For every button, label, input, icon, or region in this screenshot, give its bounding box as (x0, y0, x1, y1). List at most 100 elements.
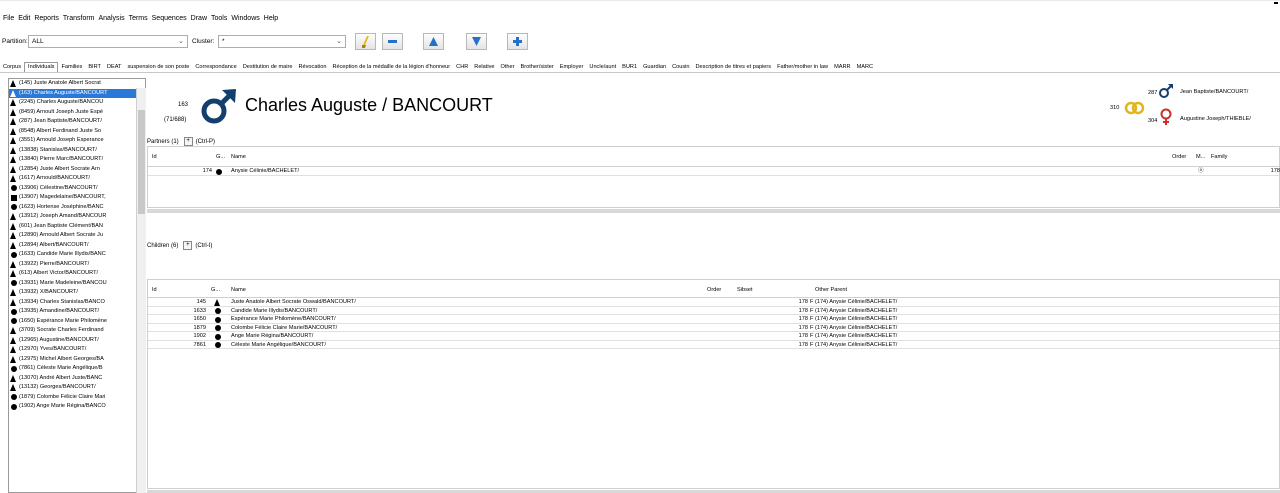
table-row[interactable]: 1879 Colombe Félicie Claire Marie/BANCOUR… (148, 324, 1279, 332)
list-item[interactable]: (163) Charles Auguste/BANCOURT (9, 88, 145, 98)
tab-guardian[interactable]: Guardian (640, 64, 669, 72)
list-item[interactable]: (13838) Stanislas/BANCOURT/ (9, 146, 145, 156)
menu-terms[interactable]: Terms (129, 15, 148, 22)
list-item[interactable]: (2245) Charles Auguste/BANCOU (9, 98, 145, 108)
menu-windows[interactable]: Windows (231, 15, 259, 22)
tab-families[interactable]: Families (58, 64, 85, 72)
move-down-button[interactable] (466, 33, 487, 50)
tab-cousin[interactable]: Cousin (669, 64, 692, 72)
tab-other[interactable]: Other (498, 64, 518, 72)
list-item[interactable]: (8548) Albert Ferdinand Juste So (9, 127, 145, 137)
list-item[interactable]: (12975) Michel Albert Georges/BA (9, 355, 145, 365)
tab-deat[interactable]: DEAT (104, 64, 125, 72)
menu-help[interactable]: Help (264, 15, 278, 22)
list-item[interactable]: (13932) X/BANCOURT/ (9, 288, 145, 298)
tab-corpus[interactable]: Corpus (0, 64, 24, 72)
list-item[interactable]: (12890) Arnould Albert Socrate Ju (9, 231, 145, 241)
list-item[interactable]: (13906) Célestine/BANCOURT/ (9, 184, 145, 194)
menu-tools[interactable]: Tools (211, 15, 227, 22)
add-child-button[interactable]: + (183, 241, 193, 250)
list-item[interactable]: (1633) Candide Marie Illydis/BANC (9, 250, 145, 260)
list-item[interactable]: (1617) Arnould/BANCOURT/ (9, 174, 145, 184)
list-item[interactable]: (13912) Joseph Amand/BANCOUR (9, 212, 145, 222)
list-item[interactable]: (12970) Yves/BANCOURT/ (9, 345, 145, 355)
tab-description-de-titres-et-papiers[interactable]: Description de titres et papiers (693, 64, 775, 72)
list-item[interactable]: (287) Jean Baptiste/BANCOURT/ (9, 117, 145, 127)
column-header-sibset[interactable]: Sibset (737, 287, 753, 293)
menu-file[interactable]: File (3, 15, 14, 22)
tab-employer[interactable]: Employer (557, 64, 587, 72)
tab-destitution-de-maire[interactable]: Destitution de maire (240, 64, 296, 72)
list-item[interactable]: (13132) Georges/BANCOURT/ (9, 383, 145, 393)
list-item[interactable]: (1623) Hortense Joséphine/BANC (9, 203, 145, 213)
list-item[interactable]: (613) Albert Victor/BANCOURT/ (9, 269, 145, 279)
menu-sequences[interactable]: Sequences (152, 15, 187, 22)
tab-marc[interactable]: MARC (854, 64, 876, 72)
menu-reports[interactable]: Reports (34, 15, 59, 22)
tab-r-ception-de-la-m-daille-de-la-l-gion-d-honneur[interactable]: Réception de la médaille de la légion d'… (329, 64, 453, 72)
list-item[interactable]: (8459) Arnoult Joseph Juste Espé (9, 108, 145, 118)
list-item[interactable]: (13922) Pierre/BANCOURT/ (9, 260, 145, 270)
cluster-select[interactable]: * ⌄ (218, 35, 346, 48)
tab-suspension-de-son-poste[interactable]: suspension de son poste (124, 64, 192, 72)
add-button[interactable] (507, 33, 528, 50)
list-item[interactable]: (1650) Espérance Marie Philomène (9, 317, 145, 327)
father-name[interactable]: Jean Baptiste/BANCOURT/ (1180, 89, 1248, 95)
list-item[interactable]: (3709) Socrate Charles Ferdinand (9, 326, 145, 336)
list-item[interactable]: (12965) Augustine/BANCOURT/ (9, 336, 145, 346)
list-item[interactable]: (601) Jean Baptiste Clément/BAN (9, 222, 145, 232)
list-item[interactable]: (13070) André Albert Juste/BANC (9, 374, 145, 384)
table-row[interactable]: 174 Anysie Célinie/BACHELET/ ⓞ 178 (148, 167, 1280, 176)
menu-transform[interactable]: Transform (63, 15, 95, 22)
column-header-name[interactable]: Name (231, 154, 246, 160)
menu-edit[interactable]: Edit (18, 15, 30, 22)
tab-uncle-aunt[interactable]: Uncle/aunt (586, 64, 619, 72)
table-row[interactable]: 1650 Espérance Marie Philomène/BANCOURT/1… (148, 315, 1279, 324)
menu-draw[interactable]: Draw (191, 15, 207, 22)
column-header-gender[interactable]: G... (211, 287, 220, 293)
list-item[interactable]: (145) Juste Anatole Albert Socrat (9, 79, 145, 89)
column-header-other-parent[interactable]: Other Parent (815, 287, 847, 293)
list-item[interactable]: (13840) Pierre Marc/BANCOURT/ (9, 155, 145, 165)
tab-r-vocation[interactable]: Révocation (295, 64, 329, 72)
add-partner-button[interactable]: + (183, 137, 193, 146)
column-header-id[interactable]: Id (152, 154, 157, 160)
tab-correspondance[interactable]: Correspondance (192, 64, 239, 72)
individuals-list[interactable]: (145) Juste Anatole Albert Socrat (163) C… (8, 78, 146, 493)
table-row[interactable]: 1902 Ange Marie Régina/BANCOURT/178 F (174… (148, 332, 1279, 341)
individuals-list-scrollbar[interactable] (136, 88, 146, 493)
column-header-marriage[interactable]: M... (1196, 154, 1205, 160)
section-divider[interactable] (147, 209, 1280, 213)
column-header-order[interactable]: Order (1172, 154, 1186, 160)
tab-father-mother-in-law[interactable]: Father/mother in law (774, 64, 831, 72)
column-header-order[interactable]: Order (707, 287, 721, 293)
tab-relative[interactable]: Relative (471, 64, 497, 72)
list-item[interactable]: (13907) Magedelaine/BANCOURT, (9, 193, 145, 203)
list-item[interactable]: (13934) Charles Stanislas/BANCO (9, 298, 145, 308)
column-header-id[interactable]: Id (152, 287, 157, 293)
move-up-button[interactable] (423, 33, 444, 50)
table-row[interactable]: 145 Juste Anatole Albert Socrate Oswald/B… (148, 298, 1279, 307)
mother-name[interactable]: Augustine Joseph/THIEBLE/ (1180, 116, 1251, 122)
scrollbar-thumb[interactable] (138, 110, 145, 214)
column-header-family[interactable]: Family (1211, 154, 1227, 160)
partition-select[interactable]: ALL ⌄ (28, 35, 188, 48)
list-item[interactable]: (13935) Amandine/BANCOURT/ (9, 307, 145, 317)
list-item[interactable]: (12894) Albert/BANCOURT/ (9, 241, 145, 251)
list-item[interactable]: (3551) Arnould Joseph Esperance (9, 136, 145, 146)
column-header-gender[interactable]: G... (216, 154, 225, 160)
column-header-name[interactable]: Name (231, 287, 246, 293)
list-item[interactable]: (7861) Céleste Marie Angélique/B (9, 364, 145, 374)
tab-birt[interactable]: BIRT (85, 64, 104, 72)
table-row[interactable]: 7861 Céleste Marie Angélique/BANCOURT/178… (148, 341, 1279, 349)
tab-brother-sister[interactable]: Brother/sister (518, 64, 557, 72)
tab-marr[interactable]: MARR (831, 64, 853, 72)
menu-analysis[interactable]: Analysis (99, 15, 125, 22)
list-item[interactable]: (12854) Juste Albert Socrate Arn (9, 165, 145, 175)
tab-individuals[interactable]: Individuals (24, 62, 59, 72)
tab-bur1[interactable]: BUR1 (619, 64, 640, 72)
list-item[interactable]: (1879) Colombe Félicie Claire Mari (9, 393, 145, 403)
table-row[interactable]: 1633 Candide Marie Illydis/BANCOURT/178 F … (148, 307, 1279, 315)
marriage-rings-icon[interactable] (1124, 101, 1146, 115)
remove-button[interactable] (382, 33, 403, 50)
